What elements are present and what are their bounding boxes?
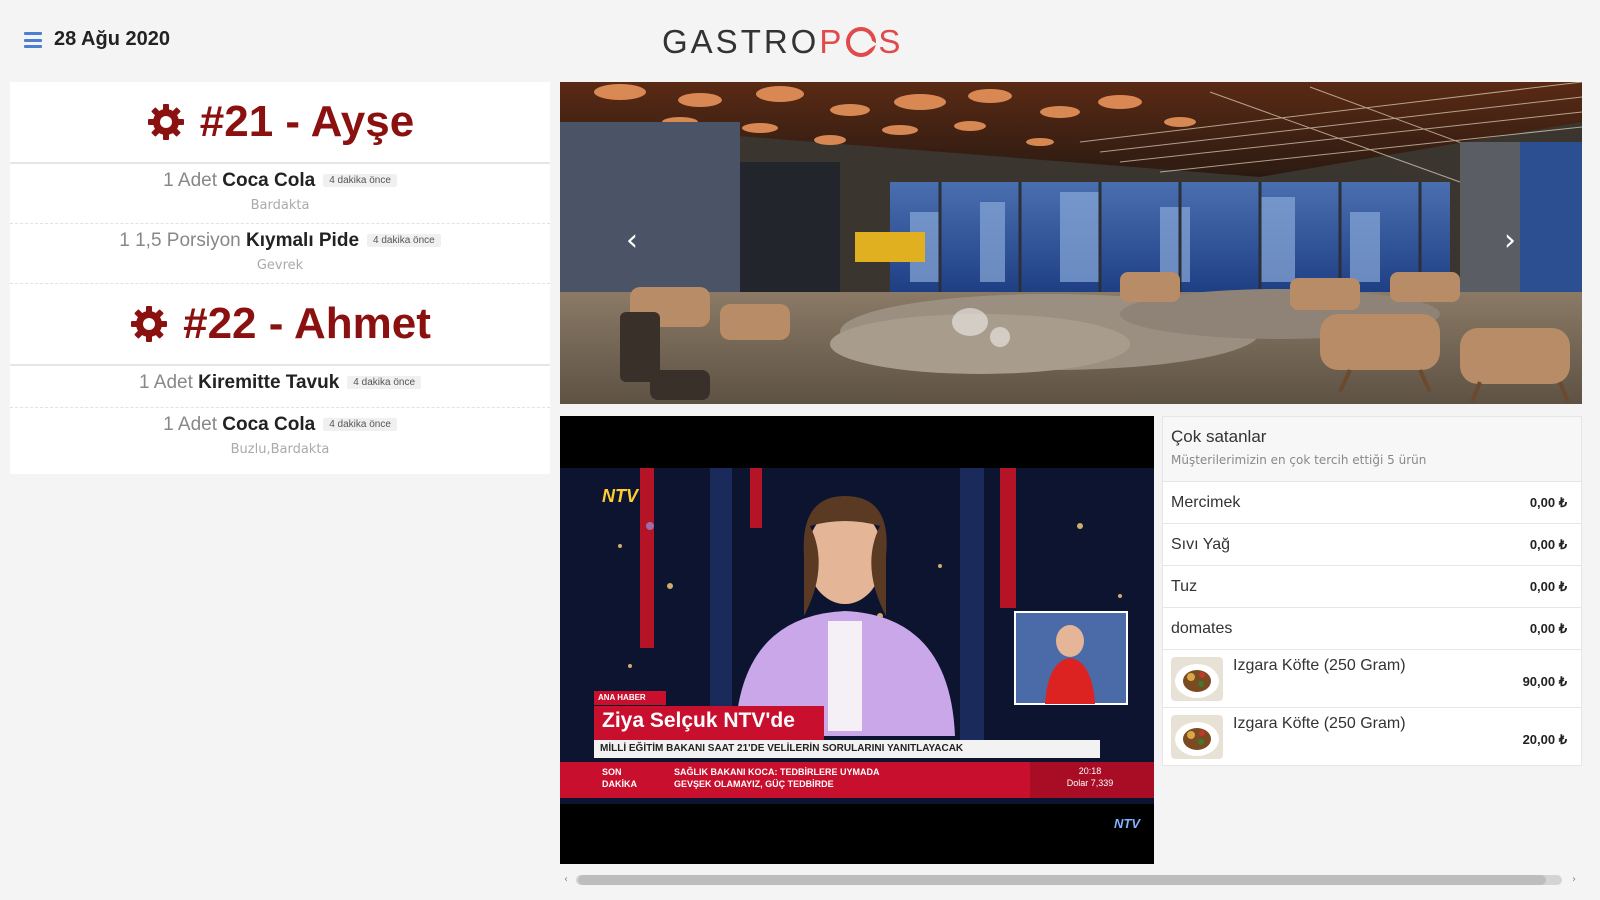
order-item[interactable]: 1 Adet Coca Cola 4 dakika önce Buzlu,Bard… — [10, 408, 550, 470]
tv-breaking-label-line: DAKİKA — [602, 779, 637, 789]
order-title: #22 - Ahmet — [183, 299, 431, 348]
list-item[interactable]: domates 0,00 ₺ — [1162, 608, 1582, 650]
item-name: Kıymalı Pide — [246, 230, 360, 251]
product-thumbnail — [1171, 657, 1223, 701]
restaurant-image-slider[interactable]: ‹ › — [560, 82, 1582, 404]
item-time-badge: 4 dakika önce — [367, 234, 441, 247]
tv-subline: MİLLİ EĞİTİM BAKANI SAAT 21'DE VELİLERİN… — [600, 743, 964, 754]
item-name: Kiremitte Tavuk — [198, 372, 340, 393]
product-price: 0,00 ₺ — [1529, 536, 1567, 552]
item-time-badge: 4 dakika önce — [347, 376, 422, 389]
gastropos-logo: GASTRO P S — [662, 22, 903, 62]
product-price: 0,00 ₺ — [1529, 494, 1567, 510]
scroll-right-arrow-icon[interactable]: › — [1572, 872, 1576, 888]
tv-breaking-text: SAĞLIK BAKANI KOCA: TEDBİRLERE UYMADA GE… — [674, 766, 880, 790]
product-name: domates — [1171, 619, 1233, 637]
tv-breaking-text-line: SAĞLIK BAKANI KOCA: TEDBİRLERE UYMADA — [674, 767, 880, 777]
gear-icon[interactable] — [146, 102, 186, 142]
item-time-badge: 4 dakika önce — [323, 418, 397, 431]
item-name: Coca Cola — [222, 170, 316, 191]
restaurant-photo — [560, 82, 1582, 404]
tv-clock: 20:18 Dolar 7,339 — [1040, 765, 1140, 789]
best-sellers-panel: Çok satanlar Müşterilerimizin en çok ter… — [1162, 416, 1582, 766]
product-name: Tuz — [1171, 577, 1198, 595]
logo-text: GASTRO — [662, 23, 820, 60]
tv-breaking-text-line: GEVŞEK OLAMAYIZ, GÜÇ TEDBİRDE — [674, 779, 834, 789]
best-sellers-title: Çok satanlar — [1171, 427, 1267, 446]
logo-p: P — [819, 23, 845, 60]
tv-news-frame — [560, 416, 1154, 864]
product-thumbnail — [1171, 715, 1223, 759]
product-price: 90,00 ₺ — [1522, 674, 1567, 689]
hamburger-menu-icon[interactable] — [24, 32, 42, 48]
item-note: Bardakta — [250, 198, 310, 213]
product-name: Mercimek — [1171, 493, 1241, 511]
tv-watermark: NTV — [1114, 816, 1140, 831]
item-qty: 1 Adet — [163, 414, 217, 435]
slider-prev-button[interactable]: ‹ — [620, 224, 644, 258]
tv-clock-sub: Dolar 7,339 — [1066, 778, 1114, 788]
order-item[interactable]: 1 1,5 Porsiyon Kıymalı Pide 4 dakika önce… — [10, 224, 550, 284]
header: 28 Ağu 2020 GASTRO P S — [0, 0, 1600, 80]
item-note: Gevrek — [256, 258, 304, 273]
scrollbar-thumb[interactable] — [578, 875, 1546, 885]
list-item[interactable]: Mercimek 0,00 ₺ — [1162, 482, 1582, 524]
product-price: 0,00 ₺ — [1529, 578, 1567, 594]
gear-icon[interactable] — [129, 304, 169, 344]
order-item[interactable]: 1 Adet Kiremitte Tavuk 4 dakika önce — [10, 366, 550, 408]
list-item[interactable]: Izgara Köfte (250 Gram) 20,00 ₺ — [1162, 708, 1582, 766]
order-item[interactable]: 1 Adet Coca Cola 4 dakika önce Bardakta — [10, 164, 550, 224]
item-qty: 1 1,5 Porsiyon — [119, 230, 241, 251]
current-date: 28 Ağu 2020 — [54, 28, 170, 50]
order-title: #21 - Ayşe — [199, 97, 415, 146]
tv-clock-time: 20:18 — [1078, 766, 1102, 776]
product-price: 0,00 ₺ — [1529, 620, 1567, 636]
list-item[interactable]: Izgara Köfte (250 Gram) 90,00 ₺ — [1162, 650, 1582, 708]
item-qty: 1 Adet — [138, 372, 193, 393]
tv-program-tag: ANA HABER — [598, 693, 646, 702]
tv-breaking-label-line: SON — [602, 767, 622, 777]
order-header[interactable]: #22 - Ahmet — [10, 284, 550, 366]
tv-live-stream[interactable]: NTV ANA HABER Ziya Selçuk NTV'de MİLLİ E… — [560, 416, 1154, 864]
best-sellers-header: Çok satanlar Müşterilerimizin en çok ter… — [1162, 416, 1582, 482]
tv-channel-logo: NTV — [602, 486, 638, 506]
product-price: 20,00 ₺ — [1522, 732, 1567, 747]
product-name: Izgara Köfte (250 Gram) — [1233, 715, 1406, 732]
list-item[interactable]: Sıvı Yağ 0,00 ₺ — [1162, 524, 1582, 566]
item-time-badge: 4 dakika önce — [323, 174, 397, 187]
tv-breaking-label: SON DAKİKA — [602, 766, 637, 790]
item-name: Coca Cola — [222, 414, 316, 435]
horizontal-scrollbar[interactable]: ‹ › — [564, 872, 1578, 888]
best-sellers-subtitle: Müşterilerimizin en çok tercih ettiği 5 … — [1171, 453, 1427, 467]
product-name: Izgara Köfte (250 Gram) — [1233, 657, 1406, 674]
logo-o-mark-icon — [846, 27, 878, 57]
order-header[interactable]: #21 - Ayşe — [10, 82, 550, 164]
tv-headline: Ziya Selçuk NTV'de — [602, 709, 795, 732]
list-item[interactable]: Tuz 0,00 ₺ — [1162, 566, 1582, 608]
item-note: Buzlu,Bardakta — [230, 442, 330, 457]
item-qty: 1 Adet — [163, 170, 217, 191]
scroll-left-arrow-icon[interactable]: ‹ — [564, 872, 568, 888]
product-name: Sıvı Yağ — [1171, 535, 1230, 553]
slider-next-button[interactable]: › — [1498, 224, 1522, 258]
kitchen-orders-panel: #21 - Ayşe 1 Adet Coca Cola 4 dakika önce… — [10, 82, 550, 474]
logo-s: S — [878, 23, 904, 60]
